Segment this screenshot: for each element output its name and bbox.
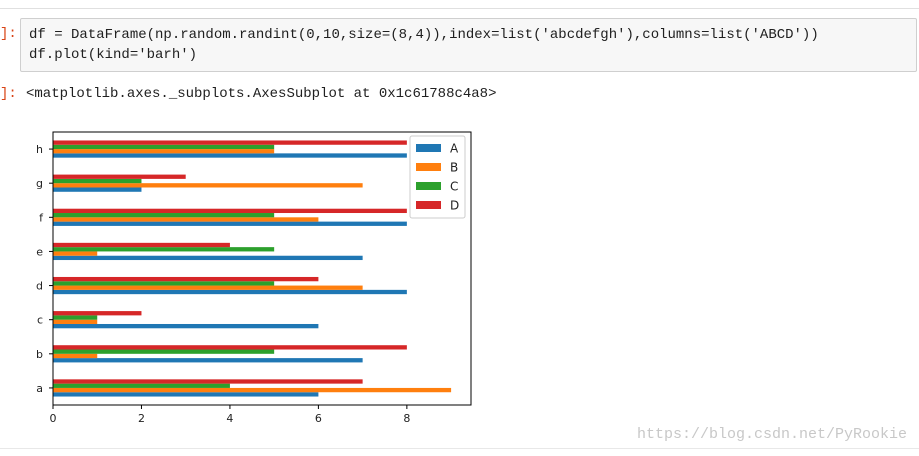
bar-B-e: [53, 251, 98, 256]
bar-C-c: [53, 315, 98, 320]
y-tick-label-f: f: [39, 211, 44, 224]
legend: ABCD: [409, 135, 466, 219]
y-tick-label-d: d: [36, 280, 43, 293]
x-tick-label-2: 2: [138, 412, 145, 425]
bar-C-g: [53, 178, 142, 184]
code-input-cell[interactable]: df = DataFrame(np.random.randint(0,10,si…: [20, 18, 917, 72]
bar-C-d: [53, 281, 275, 286]
bar-A-e: [53, 255, 363, 261]
legend-label-A: A: [450, 142, 459, 156]
cell-top-border: [0, 8, 919, 9]
watermark-url: https://blog.csdn.net/PyRookie: [636, 426, 907, 443]
bar-D-h: [53, 140, 407, 145]
legend-label-D: D: [450, 199, 459, 213]
bar-D-c: [53, 311, 142, 316]
bar-B-g: [53, 183, 363, 188]
bar-C-b: [53, 349, 275, 354]
output-prompt: ]:: [0, 86, 17, 102]
legend-swatch-A: [416, 144, 441, 152]
bar-B-d: [53, 285, 363, 290]
bar-A-a: [53, 392, 319, 397]
x-tick-label-6: 6: [315, 412, 322, 425]
legend-swatch-B: [416, 163, 441, 171]
code-line-2[interactable]: df.plot(kind='barh'): [29, 45, 197, 65]
barh-chart: a b c d e f g h 0 2 4 6 8 ABCD: [36, 131, 472, 425]
legend-swatch-D: [416, 201, 441, 209]
bar-D-a: [53, 379, 363, 384]
x-tick-label-4: 4: [226, 412, 233, 425]
bar-B-h: [53, 149, 275, 154]
y-tick-label-g: g: [36, 177, 43, 190]
y-tick-label-b: b: [36, 348, 43, 361]
y-tick-label-a: a: [36, 382, 43, 395]
y-axis-ticks: a b c d e f g h: [36, 143, 53, 395]
bar-A-f: [53, 221, 407, 226]
bar-A-g: [53, 187, 142, 192]
y-tick-label-c: c: [37, 314, 43, 327]
input-prompt: ]:: [0, 26, 17, 42]
bar-D-b: [53, 345, 407, 350]
cell-output-text: <matplotlib.axes._subplots.AxesSubplot a…: [26, 86, 497, 102]
x-tick-label-0: 0: [50, 412, 57, 425]
code-line-1[interactable]: df = DataFrame(np.random.randint(0,10,si…: [29, 25, 819, 45]
bar-D-g: [53, 174, 186, 179]
x-axis-ticks: 0 2 4 6 8: [50, 405, 410, 425]
bar-C-a: [53, 383, 230, 388]
x-tick-label-8: 8: [403, 412, 410, 425]
legend-label-B: B: [450, 161, 458, 175]
bar-C-e: [53, 247, 275, 252]
bar-C-f: [53, 213, 275, 218]
bar-A-d: [53, 289, 407, 295]
bars-group: [53, 140, 452, 397]
bar-B-f: [53, 217, 319, 222]
bar-A-h: [53, 153, 407, 158]
legend-swatch-C: [416, 182, 441, 190]
bar-B-c: [53, 319, 98, 324]
cell-bottom-border: [0, 448, 919, 449]
axes-frame: [52, 131, 472, 406]
y-tick-label-h: h: [36, 143, 43, 156]
bar-D-e: [53, 242, 230, 248]
bar-A-b: [53, 358, 363, 363]
legend-label-C: C: [450, 180, 458, 194]
bar-B-b: [53, 353, 98, 359]
bar-D-d: [53, 276, 319, 282]
y-tick-label-e: e: [36, 245, 43, 258]
bar-D-f: [53, 208, 407, 214]
bar-A-c: [53, 323, 319, 329]
bar-C-h: [53, 144, 275, 150]
bar-B-a: [53, 387, 452, 393]
